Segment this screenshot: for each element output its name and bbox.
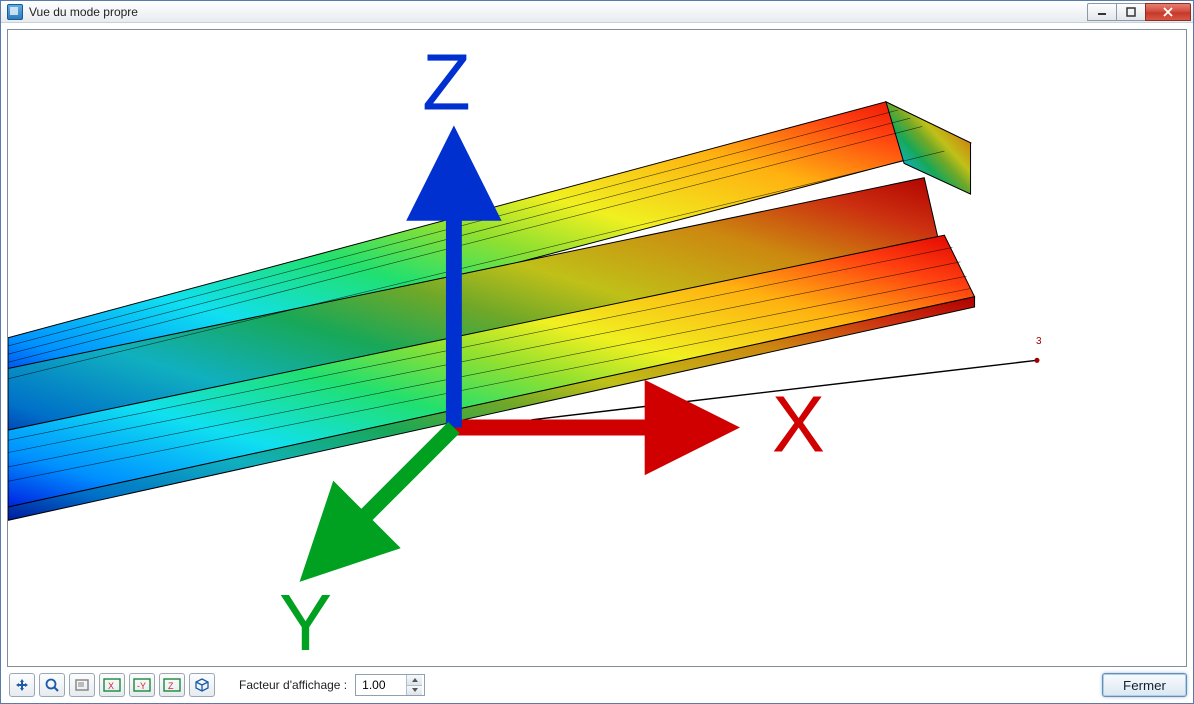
bottombar: X -Y Z Facteur d'affichage : xyxy=(7,667,1187,697)
titlebar[interactable]: Vue du mode propre xyxy=(1,1,1193,23)
zoom-button[interactable] xyxy=(39,673,65,697)
display-factor-input[interactable] xyxy=(356,675,406,695)
pan-button[interactable] xyxy=(9,673,35,697)
client-area: 3 X Z Y xyxy=(1,23,1193,703)
close-button[interactable]: Fermer xyxy=(1102,673,1187,697)
window-controls xyxy=(1088,3,1191,21)
display-factor-spinner[interactable] xyxy=(355,674,425,696)
spinner-up-button[interactable] xyxy=(407,675,422,686)
svg-text:-Y: -Y xyxy=(137,681,146,691)
viewport-3d[interactable]: 3 X Z Y xyxy=(7,29,1187,667)
view-iso-button[interactable] xyxy=(189,673,215,697)
axis-y-label: Y xyxy=(279,578,332,666)
view-z-button[interactable]: Z xyxy=(159,673,185,697)
window-frame: Vue du mode propre xyxy=(0,0,1194,704)
view-tool-group: X -Y Z xyxy=(7,673,217,697)
window-title: Vue du mode propre xyxy=(27,5,1088,19)
spinner-buttons xyxy=(406,675,422,695)
close-window-button[interactable] xyxy=(1145,3,1191,21)
factor-label: Facteur d'affichage : xyxy=(239,678,347,692)
spinner-down-button[interactable] xyxy=(407,686,422,696)
axis-z-label: Z xyxy=(422,38,471,127)
zoom-window-button[interactable] xyxy=(69,673,95,697)
axis-x-label: X xyxy=(772,379,825,468)
minimize-button[interactable] xyxy=(1087,3,1117,21)
svg-text:X: X xyxy=(108,681,114,691)
maximize-button[interactable] xyxy=(1116,3,1146,21)
app-icon xyxy=(7,4,23,20)
axis-triad: X Z Y xyxy=(8,30,1186,666)
view-y-button[interactable]: -Y xyxy=(129,673,155,697)
view-x-button[interactable]: X xyxy=(99,673,125,697)
svg-text:Z: Z xyxy=(168,681,174,691)
